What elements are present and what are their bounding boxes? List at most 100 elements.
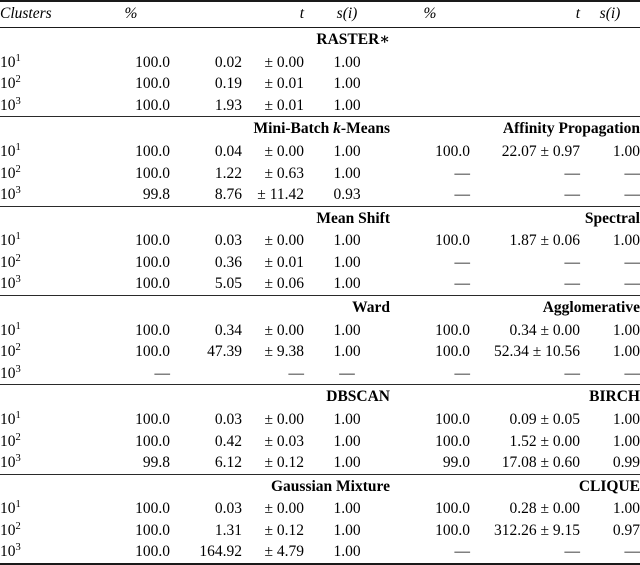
cell-percent-left: 100.0 [135, 275, 170, 293]
cell-time-mean-left: 0.03 [214, 411, 242, 429]
section-title-right: Spectral [584, 209, 640, 227]
section-title-row: Mean Shift Spectral [0, 207, 640, 231]
section-title-left: Mini-Batch k-Means [253, 120, 390, 138]
section-title-left: Gaussian Mixture [271, 477, 390, 495]
cell-silhouette-right: — [624, 186, 640, 204]
cell-percent-right: 100.0 [435, 500, 470, 518]
row-label-clusters: 101 [0, 499, 21, 518]
cell-time-right: 0.34 ± 0.00 [509, 321, 580, 339]
row-label-clusters: 103 [0, 274, 21, 293]
section-title-right: Affinity Propagation [502, 120, 640, 138]
cell-silhouette-left: 1.00 [333, 232, 361, 250]
cell-percent-left: 100.0 [135, 500, 170, 518]
row-label-clusters: 101 [0, 409, 21, 429]
cell-time-right: 0.28 ± 0.00 [509, 500, 580, 518]
cell-percent-left: 100.0 [135, 96, 170, 114]
row-label-clusters: 102 [0, 342, 21, 361]
cell-time-right: — [564, 164, 581, 182]
cell-time-mean-left: 0.42 [214, 432, 242, 450]
cell-time-mean-left: 1.93 [214, 96, 242, 114]
cell-time-right: — [564, 186, 581, 204]
section-title-right: CLIQUE [578, 477, 640, 495]
section-title-row: Gaussian Mixture CLIQUE [0, 475, 640, 499]
table-row: 101 100.0 0.02 ± 0.00 1.00 [0, 52, 640, 74]
cell-percent-right: — [454, 364, 471, 382]
cell-percent-right [390, 95, 470, 117]
cell-percent-left: 100.0 [135, 142, 170, 160]
row-label-clusters: 101 [0, 231, 21, 250]
cell-time-stddev-left: ± 11.42 [257, 186, 304, 204]
table-row: 103 99.8 8.76 ± 11.42 0.93 — — — [0, 184, 640, 206]
table-row: 101 100.0 0.03 ± 0.00 1.00 100.0 1.87 ± 0.06 1.… [0, 230, 640, 252]
cell-time-right [470, 52, 580, 74]
cell-silhouette-right [580, 52, 640, 74]
cell-percent-left: 100.0 [135, 321, 170, 339]
cell-percent-right: 100.0 [435, 321, 470, 339]
cell-time-mean-left: 0.34 [214, 321, 242, 339]
clustering-results-table: Clusters% t s(i)% t s(i) RASTER∗ 101 100.0 0.0… [0, 0, 640, 565]
cell-silhouette-left: — [339, 364, 355, 382]
cell-time-mean-left: 8.76 [214, 186, 242, 204]
cell-time-stddev-left: ± 0.12 [264, 454, 304, 472]
cell-time-stddev-left: ± 0.12 [264, 521, 304, 539]
table-row: 103 100.0 5.05 ± 0.06 1.00 — — — [0, 273, 640, 295]
cell-time-mean-left: 47.39 [207, 343, 242, 361]
row-label-clusters: 102 [0, 163, 21, 182]
cell-percent-left: 100.0 [135, 53, 170, 71]
cell-silhouette-right: — [624, 364, 640, 382]
row-label-clusters: 103 [0, 542, 21, 561]
cell-percent-right: — [454, 186, 471, 204]
cell-percent-left: 100.0 [135, 75, 170, 93]
cell-silhouette-right: 1.00 [612, 321, 640, 339]
table-row: 103 — — — — — — [0, 363, 640, 385]
cell-time-stddev-left: ± 0.00 [264, 321, 304, 339]
row-label-clusters: 102 [0, 252, 21, 271]
table-row: 101 100.0 0.04 ± 0.00 1.00 100.0 22.07 ± 0.97 1… [0, 141, 640, 163]
row-label-clusters: 102 [0, 431, 21, 450]
table-row: 102 100.0 0.42 ± 0.03 1.00 100.0 1.52 ± 0.00 1.… [0, 431, 640, 453]
cell-percent-right: — [454, 275, 471, 293]
cell-silhouette-right: 1.00 [612, 343, 640, 361]
cell-percent-right: — [454, 543, 471, 561]
cell-time-stddev-left: ± 4.79 [264, 543, 304, 561]
cell-time-stddev-left: ± 0.00 [264, 53, 304, 71]
cell-silhouette-left: 1.00 [333, 53, 361, 71]
section-title-right [390, 28, 640, 52]
section-title-left: Mean Shift [316, 209, 390, 227]
cell-silhouette-right: 0.97 [612, 521, 640, 539]
cell-time-stddev-left: ± 0.06 [264, 275, 304, 293]
cell-percent-left: 100.0 [135, 343, 170, 361]
cell-percent-left: 99.8 [142, 454, 170, 472]
cell-time-mean-left: 1.22 [214, 164, 242, 182]
cell-time-right: — [564, 543, 581, 561]
cell-percent-left: 100.0 [135, 253, 170, 271]
table-row: 101 100.0 0.34 ± 0.00 1.00 100.0 0.34 ± 0.00 1.… [0, 320, 640, 342]
cell-time-stddev-left: ± 0.00 [264, 411, 304, 429]
cell-silhouette-left: 1.00 [333, 75, 361, 93]
cell-time-mean-left: 6.12 [214, 454, 242, 472]
cell-percent-left: 100.0 [135, 411, 170, 429]
table-row: 102 100.0 1.31 ± 0.12 1.00 100.0 312.26 ± 9.15… [0, 520, 640, 542]
cell-silhouette-left: 1.00 [333, 543, 361, 561]
cell-silhouette-left: 1.00 [333, 500, 361, 518]
column-header-time-left: t [299, 5, 304, 22]
cell-silhouette-left: 1.00 [333, 142, 361, 160]
cell-silhouette-right: 1.00 [612, 411, 640, 429]
cell-silhouette-right: 0.99 [612, 454, 640, 472]
cell-percent-left: 99.8 [142, 186, 170, 204]
cell-time-stddev-left: ± 0.01 [264, 253, 304, 271]
section-title-right: Agglomerative [542, 298, 640, 316]
cell-time-mean-left: 0.03 [214, 232, 242, 250]
row-label-clusters: 103 [0, 184, 21, 204]
cell-time-mean-left: 0.19 [214, 75, 242, 93]
cell-time-stddev-left: ± 9.38 [264, 343, 304, 361]
row-label-clusters: 103 [0, 363, 21, 382]
cell-time-right: 17.08 ± 0.60 [501, 454, 580, 472]
cell-time-stddev-left: ± 0.00 [264, 232, 304, 250]
cell-silhouette-left: 1.00 [333, 321, 361, 339]
column-header-percent-right: % [423, 5, 437, 22]
cell-time-stddev-left: — [288, 364, 305, 382]
cell-time-right: 52.34 ± 10.56 [493, 343, 580, 361]
cell-time-right: 0.09 ± 0.05 [509, 411, 580, 429]
cell-percent-left: 100.0 [135, 521, 170, 539]
